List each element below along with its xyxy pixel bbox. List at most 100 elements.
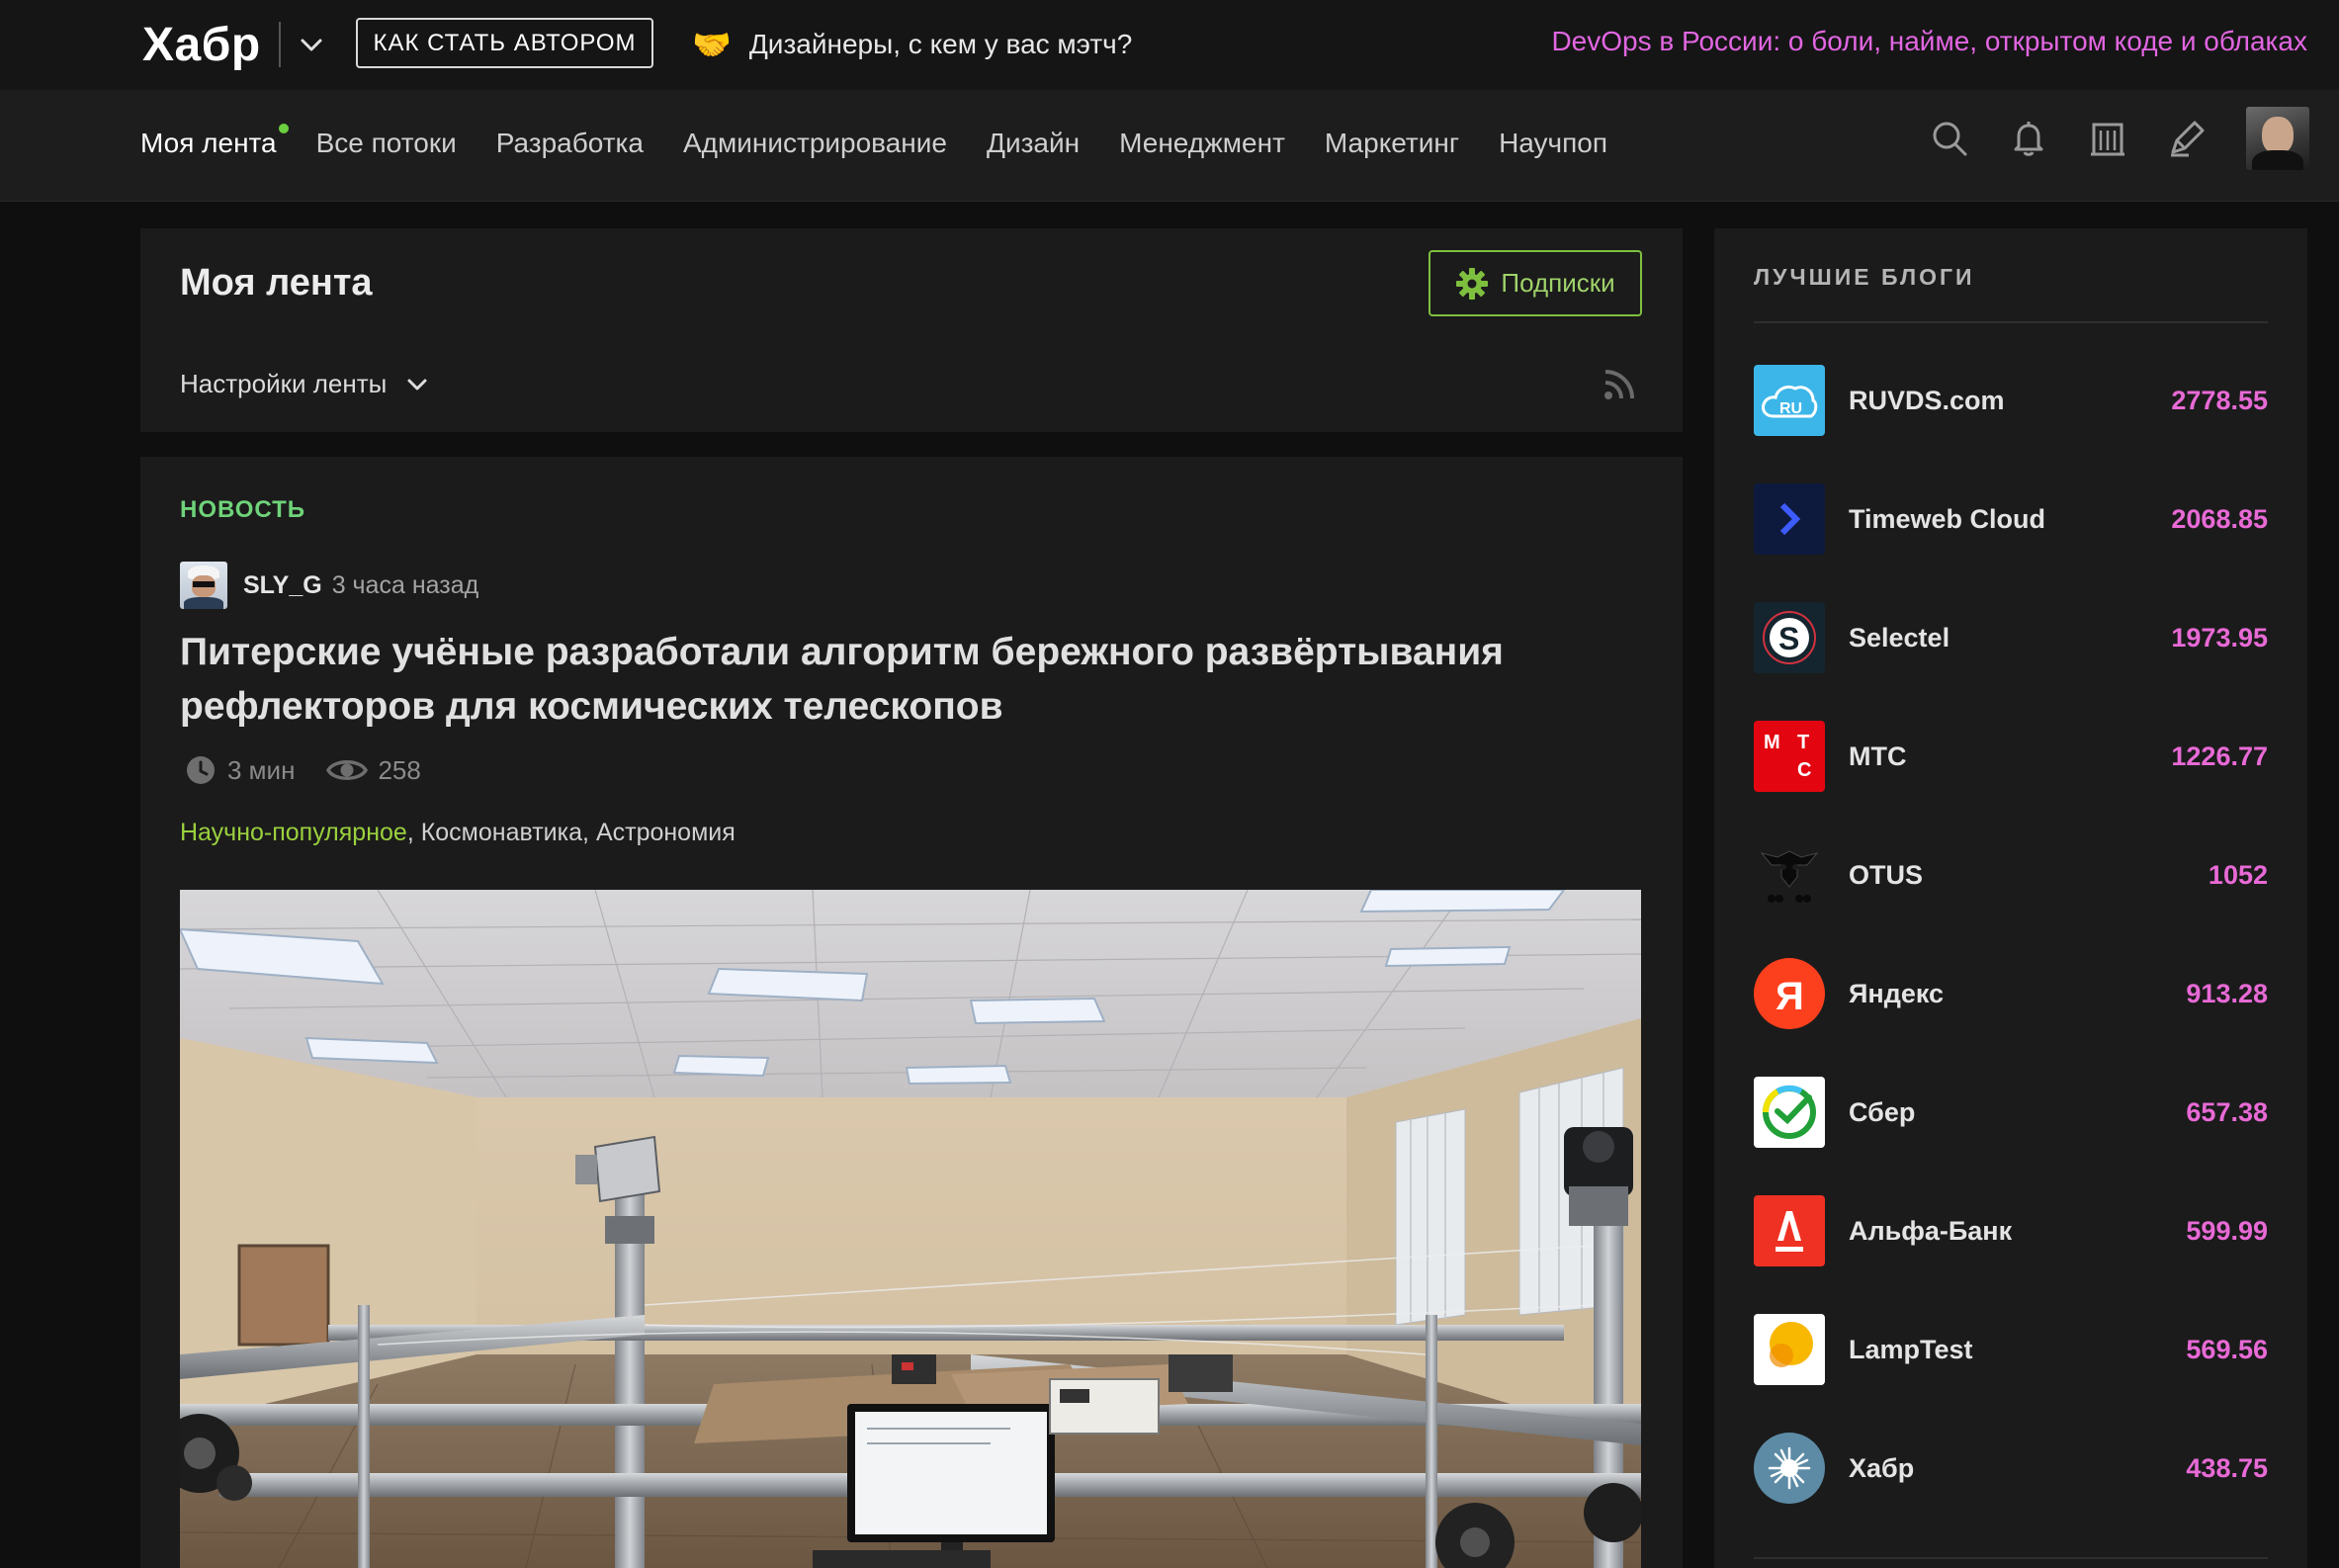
svg-text:Я: Я (1776, 975, 1804, 1018)
yandex-logo: Я (1754, 958, 1825, 1029)
nav-flows: Моя лента Все потоки Разработка Админист… (140, 124, 1647, 159)
best-blogs-sidebar: ЛУЧШИЕ БЛОГИ RU RUVDS.com 2778.55 Timewe… (1714, 228, 2307, 1568)
feed-settings-dropdown[interactable]: Настройки ленты (180, 369, 430, 399)
feed-settings-label: Настройки ленты (180, 369, 388, 398)
rss-icon[interactable] (1602, 367, 1637, 402)
nav-item-development[interactable]: Разработка (496, 128, 644, 159)
otus-logo (1754, 839, 1825, 911)
habr-blog-logo (1754, 1433, 1825, 1504)
promo-text: Дизайнеры, с кем у вас мэтч? (748, 29, 1133, 59)
author-avatar[interactable] (180, 562, 227, 609)
new-indicator-dot (278, 124, 289, 133)
search-icon[interactable] (1928, 117, 1971, 160)
views-value: 258 (378, 754, 421, 785)
hub-link[interactable]: Астрономия (596, 819, 736, 846)
blog-rating: 438.75 (2186, 1452, 2268, 1483)
mts-logo: МТС (1754, 721, 1825, 792)
blog-rating: 1226.77 (2171, 740, 2268, 771)
blog-rating: 657.38 (2186, 1096, 2268, 1127)
bell-icon[interactable] (2007, 117, 2050, 160)
subscriptions-label: Подписки (1501, 268, 1615, 298)
nav-actions (1892, 107, 2309, 170)
author-row: SLY_G 3 часа назад (180, 562, 478, 609)
hub-link[interactable]: Научно-популярное (180, 819, 407, 846)
chevron-down-icon[interactable] (297, 30, 326, 59)
sidebar-title: ЛУЧШИЕ БЛОГИ (1754, 264, 1975, 290)
promo-right-link[interactable]: DevOps в России: о боли, найме, открытом… (1551, 26, 2307, 57)
article-lead-image[interactable] (180, 890, 1641, 1568)
blog-list: RU RUVDS.com 2778.55 Timeweb Cloud 2068.… (1754, 341, 2268, 1527)
companies-icon[interactable] (2086, 117, 2129, 160)
lab-photo (180, 890, 1641, 1568)
nav-item-my-feed[interactable]: Моя лента (140, 124, 289, 159)
blog-name: Selectel (1849, 622, 1950, 653)
become-author-button[interactable]: Как стать автором (356, 18, 653, 68)
blog-row-habr[interactable]: Хабр 438.75 (1754, 1409, 2268, 1527)
nav-item-marketing[interactable]: Маркетинг (1325, 128, 1459, 159)
nav-item-management[interactable]: Менеджмент (1119, 128, 1285, 159)
blog-row-ruvds[interactable]: RU RUVDS.com 2778.55 (1754, 341, 2268, 460)
write-icon[interactable] (2165, 117, 2209, 160)
svg-text:Т: Т (1797, 732, 1809, 753)
blog-name: Timeweb Cloud (1849, 503, 2046, 534)
blog-row-mts[interactable]: МТС МТС 1226.77 (1754, 697, 2268, 816)
avatar-face (2262, 117, 2294, 154)
blog-rating: 1973.95 (2171, 622, 2268, 653)
reading-time: 3 мин (184, 753, 295, 787)
divider (1754, 321, 2268, 323)
svg-text:S: S (1778, 621, 1799, 656)
blog-name: Альфа-Банк (1849, 1215, 2013, 1246)
nav-item-all-flows[interactable]: Все потоки (316, 128, 457, 159)
blog-row-alfa[interactable]: Альфа-Банк 599.99 (1754, 1172, 2268, 1290)
page-title: Моя лента (180, 262, 373, 304)
blog-rating: 913.28 (2186, 978, 2268, 1008)
user-avatar[interactable] (2246, 107, 2309, 170)
lamptest-logo (1754, 1314, 1825, 1385)
svg-text:М: М (1764, 732, 1780, 753)
hub-link[interactable]: Космонавтика (421, 819, 582, 846)
nav-item-administration[interactable]: Администрирование (683, 128, 947, 159)
nav-item-popsci[interactable]: Научпоп (1499, 128, 1607, 159)
blog-name: Хабр (1849, 1452, 1915, 1483)
blog-rating: 2068.85 (2171, 503, 2268, 534)
ruvds-logo: RU (1754, 365, 1825, 436)
author-name[interactable]: SLY_G (243, 571, 322, 600)
blog-rating: 1052 (2208, 859, 2268, 890)
blog-row-otus[interactable]: OTUS 1052 (1754, 816, 2268, 934)
blog-row-timeweb[interactable]: Timeweb Cloud 2068.85 (1754, 460, 2268, 578)
views-count: 258 (326, 754, 421, 786)
blog-row-selectel[interactable]: S Selectel 1973.95 (1754, 578, 2268, 697)
blog-row-sber[interactable]: Сбер 657.38 (1754, 1053, 2268, 1172)
habr-logo[interactable]: Хабр (142, 18, 261, 72)
article-card: НОВОСТЬ SLY_G 3 часа назад Питерские учё… (140, 457, 1683, 1568)
article-title[interactable]: Питерские учёные разработали алгоритм бе… (180, 625, 1564, 734)
blog-rating: 569.56 (2186, 1334, 2268, 1364)
article-meta: 3 мин 258 (184, 753, 453, 787)
svg-text:RU: RU (1779, 400, 1802, 417)
alfa-logo (1754, 1195, 1825, 1266)
chevron-down-icon (407, 379, 427, 390)
nav-item-label: Моя лента (140, 128, 277, 158)
nav-item-design[interactable]: Дизайн (987, 128, 1080, 159)
subscriptions-button[interactable]: Подписки (1429, 250, 1642, 316)
blog-name: RUVDS.com (1849, 385, 2005, 415)
clock-icon (187, 756, 215, 784)
top-bar: Хабр Как стать автором 🤝 Дизайнеры, с ке… (0, 0, 2339, 90)
selectel-logo: S (1754, 602, 1825, 673)
blog-row-lamptest[interactable]: LampTest 569.56 (1754, 1290, 2268, 1409)
gear-icon (1456, 267, 1489, 300)
avatar-body (2252, 150, 2303, 170)
blog-name: LampTest (1849, 1334, 1973, 1364)
blog-name: МТС (1849, 740, 1907, 771)
reading-time-value: 3 мин (227, 754, 296, 785)
eye-icon (326, 760, 369, 780)
article-hubs: Научно-популярное, Космонавтика, Астроно… (180, 819, 736, 846)
blog-name: OTUS (1849, 859, 1924, 890)
blog-row-yandex[interactable]: Я Яндекс 913.28 (1754, 934, 2268, 1053)
sber-logo (1754, 1077, 1825, 1148)
news-badge: НОВОСТЬ (180, 496, 306, 523)
logo-separator (279, 22, 281, 67)
blog-name: Яндекс (1849, 978, 1945, 1008)
promo-link[interactable]: 🤝 Дизайнеры, с кем у вас мэтч? (692, 26, 1132, 63)
divider (1754, 1557, 2268, 1559)
